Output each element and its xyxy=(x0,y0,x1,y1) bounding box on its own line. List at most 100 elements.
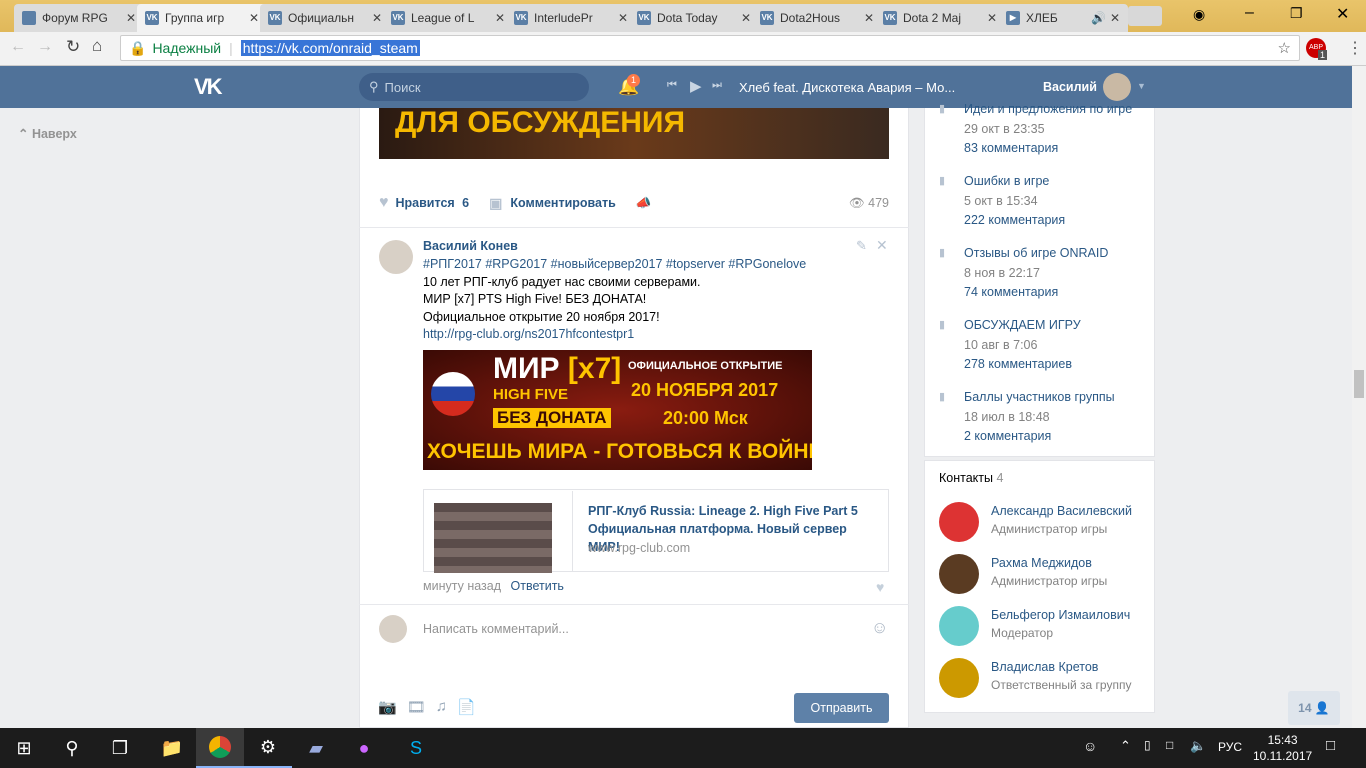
search-input[interactable]: ⚲ Поиск xyxy=(359,73,589,101)
discussion-item[interactable]: ▮ Отзывы об игре ONRAID 8 ноя в 22:17 74 к… xyxy=(939,244,1108,303)
discussion-item[interactable]: ▮ Идеи и предложения по игре 29 окт в 23:… xyxy=(939,100,1132,159)
contact-avatar[interactable] xyxy=(939,554,979,594)
address-bar[interactable]: 🔒 Надежный | https://vk.com/onraid_steam… xyxy=(120,35,1300,61)
paint-icon[interactable]: ● xyxy=(340,728,388,768)
maximize-button[interactable]: ❐ xyxy=(1290,5,1303,22)
clock[interactable]: 15:43 10.11.2017 xyxy=(1253,732,1312,764)
chrome-icon[interactable] xyxy=(196,728,244,768)
prev-track-button[interactable]: ⏮ xyxy=(667,79,677,92)
edit-pencil-icon[interactable]: ✎ xyxy=(856,238,867,254)
browser-tab[interactable]: VK InterludePr ✕ xyxy=(506,4,636,32)
vk-logo[interactable]: VK xyxy=(194,74,223,100)
user-name[interactable]: Василий xyxy=(1043,80,1097,94)
browser-tab[interactable]: VK Официальн ✕ xyxy=(260,4,390,32)
contact-item[interactable]: Владислав Кретов Ответственный за группу xyxy=(939,658,1149,698)
tray-chevron-icon[interactable]: ⌃ xyxy=(1120,738,1131,754)
discussion-item[interactable]: ▮ ОБСУЖДАЕМ ИГРУ 10 авг в 7:06 278 коммент… xyxy=(939,316,1081,375)
close-window-button[interactable]: ✕ xyxy=(1336,4,1349,24)
send-button[interactable]: Отправить xyxy=(794,693,889,723)
search-taskbar-icon[interactable]: ⚲ xyxy=(48,728,96,768)
battery-icon[interactable]: ▯ xyxy=(1144,738,1151,752)
next-track-button[interactable]: ⏭ xyxy=(712,79,722,92)
comment-time[interactable]: минуту назад xyxy=(423,579,501,593)
audio-playing-icon[interactable]: 🔊 xyxy=(1091,11,1106,25)
emoji-icon[interactable]: ☺ xyxy=(871,618,888,638)
comment-link[interactable]: http://rpg-club.org/ns2017hfcontestpr1 xyxy=(423,326,806,344)
tab-close-icon[interactable]: ✕ xyxy=(126,11,136,25)
minimize-button[interactable]: – xyxy=(1245,4,1254,22)
menu-kebab-icon[interactable]: ⋮ xyxy=(1347,38,1363,58)
network-icon[interactable]: □ xyxy=(1166,738,1173,752)
contact-item[interactable]: Александр Василевский Администратор игры xyxy=(939,502,1149,542)
contact-item[interactable]: Бельфегор Измаилович Модератор xyxy=(939,606,1149,646)
people-icon[interactable]: ☺ xyxy=(1083,738,1097,754)
discussion-item[interactable]: ▮ Ошибки в игре 5 окт в 15:34 222 коммента… xyxy=(939,172,1065,231)
hashtags[interactable]: #РПГ2017 #RPG2017 #новыйсервер2017 #tops… xyxy=(423,256,806,274)
camera-icon[interactable]: 📷 xyxy=(378,698,397,716)
document-icon[interactable]: 📄 xyxy=(457,698,476,716)
discussion-item[interactable]: ▮ Баллы участников группы 18 июл в 18:48 2… xyxy=(939,388,1115,447)
tab-favicon-icon: VK xyxy=(514,11,528,25)
reply-button[interactable]: Ответить xyxy=(511,579,564,593)
home-button[interactable]: ⌂ xyxy=(92,36,102,56)
music-icon[interactable]: ♫ xyxy=(436,698,447,716)
banner-text: ДЛЯ ОБСУЖДЕНИЯ xyxy=(395,106,686,139)
comment-author-avatar[interactable] xyxy=(379,240,413,274)
url-text[interactable]: https://vk.com/onraid_steam xyxy=(240,40,420,56)
bookmark-star-icon[interactable]: ☆ xyxy=(1278,39,1291,57)
scrollbar[interactable] xyxy=(1352,66,1366,728)
tab-close-icon[interactable]: ✕ xyxy=(987,11,997,25)
comment-like-heart-icon[interactable]: ♥ xyxy=(876,579,884,595)
app-icon[interactable]: ▰ xyxy=(292,728,340,768)
video-icon[interactable]: 🎞 xyxy=(407,698,426,716)
contact-avatar[interactable] xyxy=(939,502,979,542)
contacts-header[interactable]: Контакты 4 xyxy=(939,471,1003,485)
back-button[interactable]: ← xyxy=(10,38,26,56)
contact-avatar[interactable] xyxy=(939,606,979,646)
action-center-icon[interactable]: □ xyxy=(1326,737,1335,754)
browser-tab[interactable]: VK Dota 2 Maj ✕ xyxy=(875,4,1005,32)
user-avatar[interactable] xyxy=(1103,73,1131,101)
contact-item[interactable]: Рахма Меджидов Администратор игры xyxy=(939,554,1149,594)
link-snippet[interactable]: РПГ-Клуб Russia: Lineage 2. High Five Pa… xyxy=(423,489,889,573)
tab-close-icon[interactable]: ✕ xyxy=(372,11,382,25)
task-view-icon[interactable]: ❐ xyxy=(96,728,144,768)
forward-button[interactable]: → xyxy=(37,38,53,56)
tab-close-icon[interactable]: ✕ xyxy=(495,11,505,25)
tab-close-icon[interactable]: ✕ xyxy=(741,11,751,25)
tab-close-icon[interactable]: ✕ xyxy=(249,11,259,25)
scroll-to-top-link[interactable]: ⌃ Наверх xyxy=(18,126,77,141)
promo-image[interactable]: МИР [x7] HIGH FIVE БЕЗ ДОНАТА ОФИЦИАЛЬНО… xyxy=(423,350,812,470)
tab-close-icon[interactable]: ✕ xyxy=(618,11,628,25)
language-indicator[interactable]: РУС xyxy=(1218,740,1242,754)
contact-avatar[interactable] xyxy=(939,658,979,698)
like-button[interactable]: Нравится 6 xyxy=(396,196,470,210)
snippet-domain[interactable]: www.rpg-club.com xyxy=(588,541,690,555)
skype-icon[interactable]: S xyxy=(392,728,440,768)
share-megaphone-icon[interactable]: 📣 xyxy=(636,196,652,211)
heart-icon: ♥ xyxy=(379,194,389,211)
play-button[interactable]: ▶ xyxy=(690,77,702,95)
now-playing-track[interactable]: Хлеб feat. Дискотека Авария – Мо... xyxy=(739,80,955,95)
browser-tab[interactable]: VK League of L ✕ xyxy=(383,4,513,32)
comment-button[interactable]: Комментировать xyxy=(510,196,615,210)
friends-online-button[interactable]: 14 👤 xyxy=(1288,691,1340,725)
tab-close-icon[interactable]: ✕ xyxy=(1110,11,1120,25)
delete-close-icon[interactable]: ✕ xyxy=(876,237,888,254)
browser-tab[interactable]: ▶ ХЛЕБ 🔊 ✕ xyxy=(998,4,1128,32)
browser-tab[interactable]: VK Dota2Hous ✕ xyxy=(752,4,882,32)
chevron-down-icon[interactable]: ▼ xyxy=(1137,81,1146,91)
comment-author[interactable]: Василий Конев xyxy=(423,239,518,253)
tab-close-icon[interactable]: ✕ xyxy=(864,11,874,25)
steam-icon[interactable]: ⚙ xyxy=(244,728,292,768)
browser-tab[interactable]: VK Dota Today ✕ xyxy=(629,4,759,32)
reload-button[interactable]: ↻ xyxy=(66,37,80,57)
profile-icon[interactable]: ◉ xyxy=(1193,6,1205,23)
browser-tab[interactable]: Форум RPG ✕ xyxy=(14,4,144,32)
start-button[interactable]: ⊞ xyxy=(0,728,48,768)
file-explorer-icon[interactable]: 📁 xyxy=(148,728,196,768)
browser-tab[interactable]: VK Группа игр ✕ xyxy=(137,4,267,32)
comment-input[interactable]: Написать комментарий... xyxy=(423,622,863,636)
volume-icon[interactable]: 🔈 xyxy=(1190,738,1206,754)
new-tab-button[interactable] xyxy=(1128,6,1162,26)
